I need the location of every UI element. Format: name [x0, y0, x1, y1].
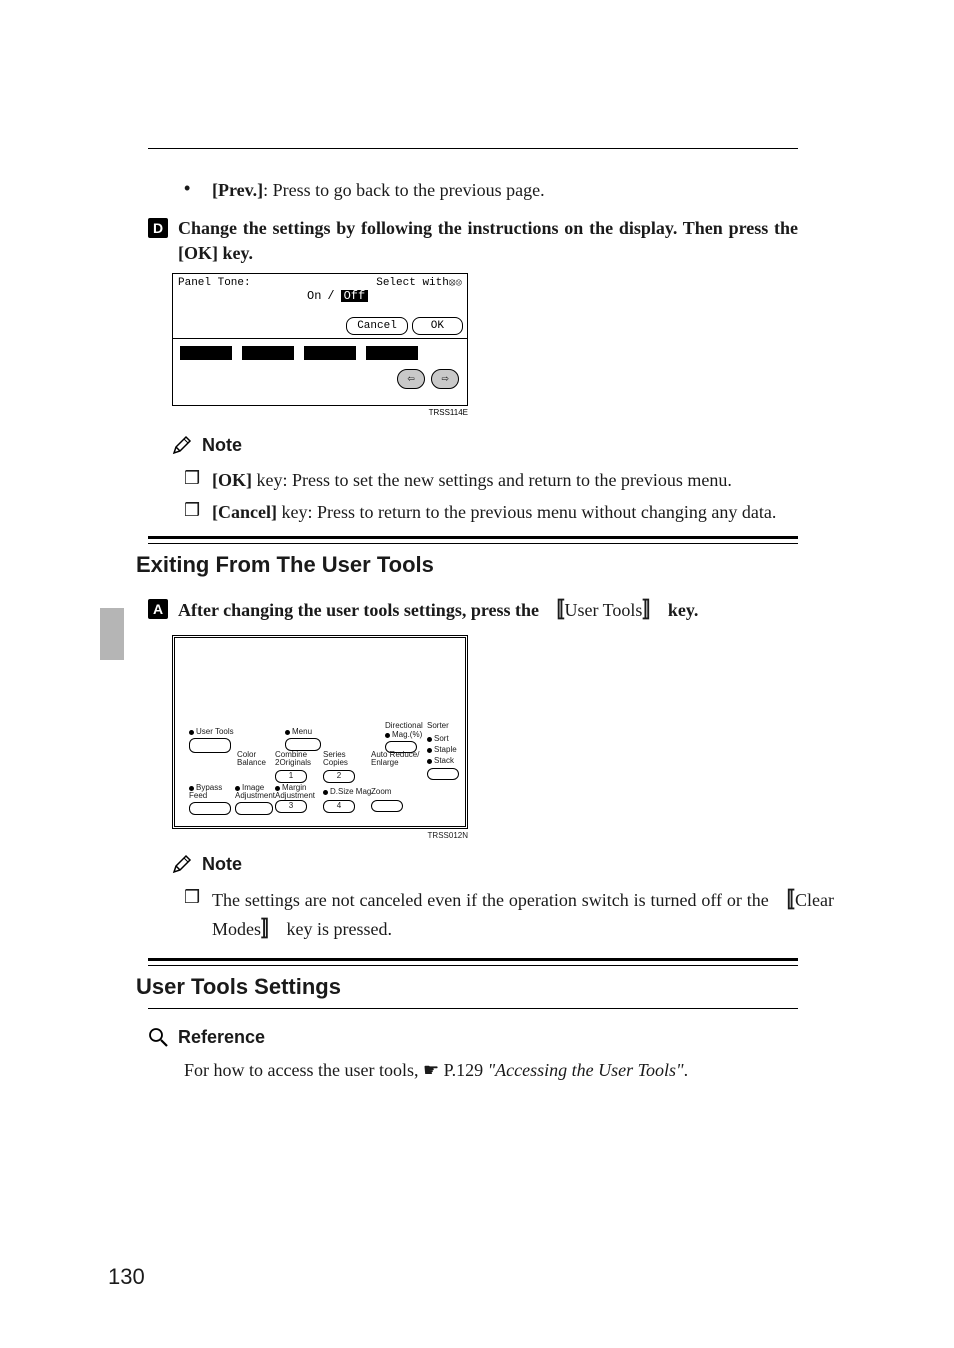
- lbl-color-balance: Color Balance: [237, 750, 266, 767]
- lbl-image: Image Adjustment: [235, 783, 275, 800]
- figure1-code: TRSS114E: [172, 408, 468, 417]
- section-heading-exit: Exiting From The User Tools: [136, 552, 798, 578]
- prev-key-label: [Prev.]: [212, 180, 263, 200]
- step-d-ok: [OK]: [178, 243, 218, 263]
- pencil-icon: [172, 854, 192, 879]
- key-1: 1: [275, 770, 307, 783]
- lbl-sorter: Sorter: [427, 721, 449, 730]
- see-pointer-icon: ☛: [423, 1060, 439, 1080]
- bullet-line: • [Prev.]: Press to go back to the previ…: [148, 178, 834, 202]
- step-a-key-label: User Tools: [565, 600, 643, 620]
- bullet-dot: •: [184, 178, 202, 199]
- lcd-hint: Select with: [376, 277, 449, 289]
- on-off-toggle: On / Off: [307, 290, 368, 302]
- note-d-item-1: ❒ [OK] key: Press to set the new setting…: [184, 468, 834, 492]
- lbl-user-tools: User Tools: [196, 727, 234, 736]
- step-number-a: A: [148, 599, 168, 619]
- figure-panel-tone: Panel Tone: Select with⦻⦼ On / Off Cance…: [172, 273, 468, 406]
- lbl-combine: Combine 2Originals: [275, 750, 311, 767]
- key-user-tools: [189, 738, 231, 753]
- hw-slot: [366, 346, 418, 360]
- note-bullet: ❒: [184, 887, 202, 908]
- reference-heading: Reference: [148, 1027, 798, 1052]
- step-a-text-post: key.: [663, 600, 698, 620]
- ref-pre: For how to access the user tools,: [184, 1060, 423, 1080]
- hw-slot: [304, 346, 356, 360]
- lcd-on: On: [307, 290, 321, 302]
- note-heading-d: Note: [172, 435, 822, 460]
- bracket-open: 〚: [774, 889, 795, 912]
- lbl-mag: Mag.(%): [392, 730, 422, 739]
- section-tab: [100, 608, 124, 660]
- hw-slot: [242, 346, 294, 360]
- key-zoom: [371, 800, 403, 812]
- hw-slot: [180, 346, 232, 360]
- arrow-icons: ⦻⦼: [449, 278, 462, 289]
- ref-italic: "Accessing the User Tools": [488, 1060, 684, 1080]
- note-label: Note: [202, 435, 242, 456]
- reference-label: Reference: [178, 1027, 265, 1048]
- key-2: 2: [323, 770, 355, 783]
- lbl-bypass: Bypass Feed: [189, 783, 222, 800]
- figure2-code: TRSS012N: [172, 831, 468, 840]
- reference-text: For how to access the user tools, ☛ P.12…: [184, 1060, 798, 1081]
- key-4: 4: [323, 800, 355, 813]
- left-arrow-button: ⇦: [397, 369, 425, 389]
- note-a-item: ❒ The settings are not canceled even if …: [184, 887, 834, 944]
- pencil-icon: [172, 435, 192, 460]
- lbl-sort: Sort: [434, 734, 449, 743]
- section-heading-settings: User Tools Settings: [136, 974, 798, 1000]
- key-sorter: [427, 768, 459, 780]
- header-rule: [148, 148, 798, 149]
- figure-control-panel: User Tools Menu Directional Mag.(%) Sort…: [172, 635, 468, 829]
- bracket-close: 〛: [261, 918, 282, 941]
- step-number-d: D: [148, 218, 168, 238]
- note-d2-key: [Cancel]: [212, 502, 277, 522]
- note-a-post: key is pressed.: [282, 919, 392, 939]
- key-image: [235, 802, 273, 815]
- key-bypass: [189, 802, 231, 815]
- lbl-zoom: Zoom: [371, 787, 391, 796]
- step-a: A After changing the user tools settings…: [148, 597, 798, 625]
- ref-page: P.129: [439, 1060, 488, 1080]
- note-d2-text: key: Press to return to the previous men…: [277, 502, 776, 522]
- step-d-text-pre: Change the settings by following the ins…: [178, 218, 798, 238]
- lbl-stack: Stack: [434, 756, 454, 765]
- note-d-item-2: ❒ [Cancel] key: Press to return to the p…: [184, 500, 834, 524]
- lbl-directional: Directional: [385, 721, 423, 730]
- ref-post: .: [684, 1060, 689, 1080]
- page-number: 130: [108, 1264, 145, 1290]
- lbl-staple: Staple: [434, 745, 457, 754]
- lcd-cancel-button: Cancel: [346, 317, 408, 335]
- note-label: Note: [202, 854, 242, 875]
- bracket-open: 〚: [544, 599, 565, 622]
- bracket-close: 〛: [642, 599, 663, 622]
- lbl-series: Series Copies: [323, 750, 348, 767]
- lcd-off: Off: [341, 290, 369, 302]
- lbl-dsize: D.Size Mag.: [330, 787, 374, 796]
- magnifier-icon: [148, 1027, 168, 1052]
- note-a-pre: The settings are not canceled even if th…: [212, 890, 774, 910]
- note-bullet: ❒: [184, 468, 202, 489]
- step-a-text-pre: After changing the user tools settings, …: [178, 600, 544, 620]
- lbl-auto: Auto Reduce/ Enlarge: [371, 750, 419, 767]
- right-arrow-button: ⇨: [431, 369, 459, 389]
- note-bullet: ❒: [184, 500, 202, 521]
- note-heading-a: Note: [172, 854, 822, 879]
- lbl-menu: Menu: [292, 727, 312, 736]
- key-3: 3: [275, 800, 307, 813]
- lcd-title: Panel Tone:: [178, 277, 251, 289]
- lbl-margin: Margin Adjustment: [275, 783, 315, 800]
- lcd-ok-button: OK: [412, 317, 463, 335]
- step-d: D Change the settings by following the i…: [148, 216, 798, 265]
- note-d1-text: key: Press to set the new settings and r…: [252, 470, 732, 490]
- step-d-text-post: key.: [218, 243, 253, 263]
- note-d1-key: [OK]: [212, 470, 252, 490]
- prev-key-desc: : Press to go back to the previous page.: [263, 180, 544, 200]
